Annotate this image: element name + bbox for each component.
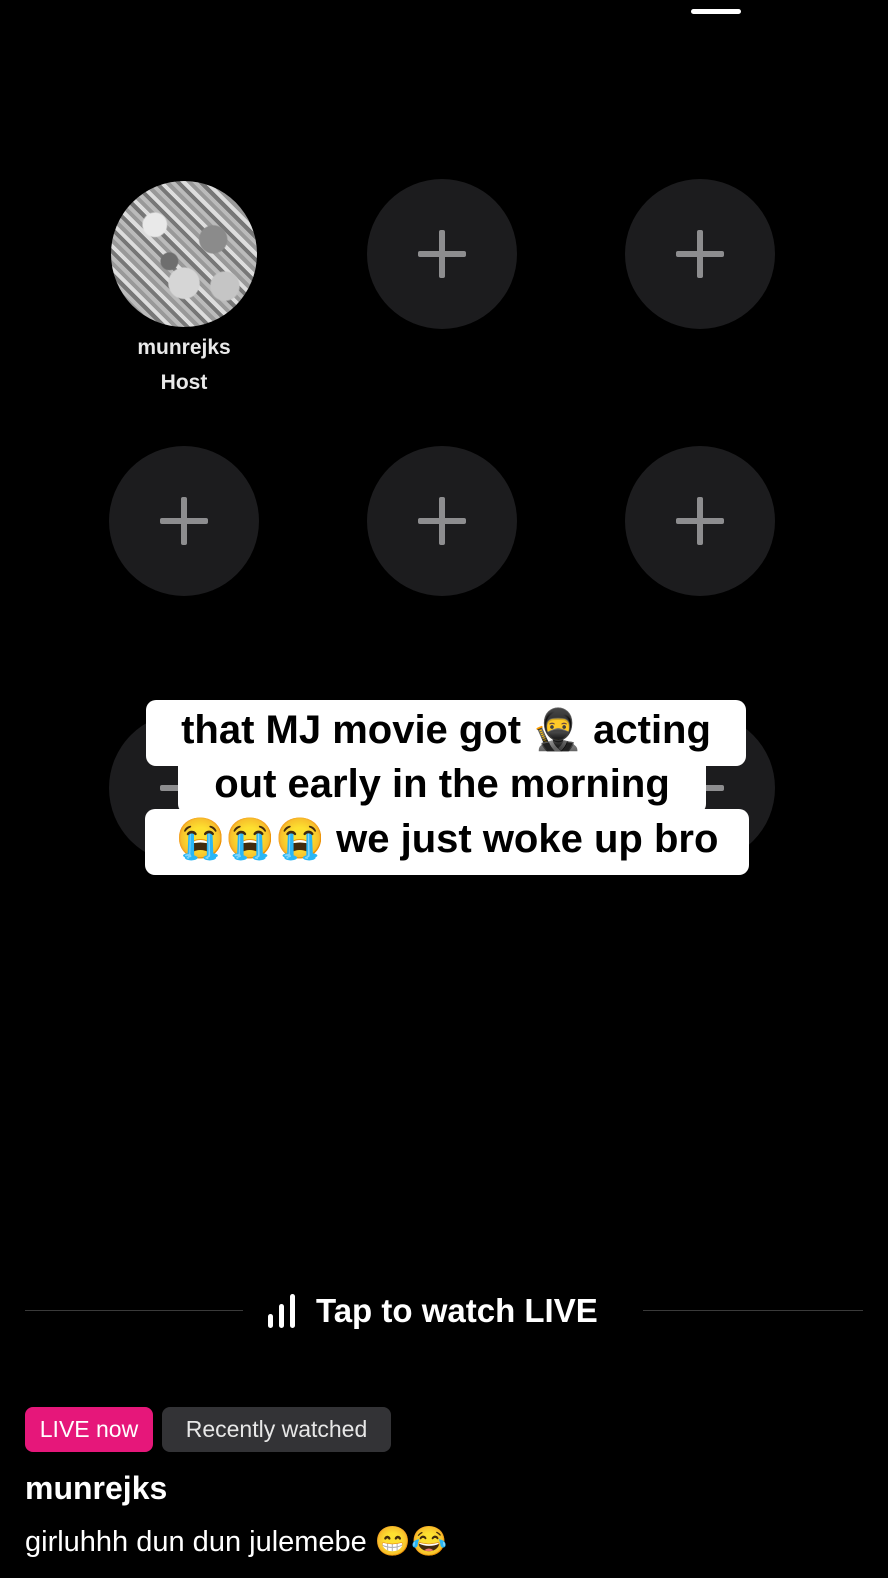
empty-seat-4[interactable]	[367, 446, 517, 596]
host-role-label: Host	[160, 371, 208, 394]
empty-seat-3[interactable]	[109, 446, 259, 596]
stream-description: girluhhh dun dun julemebe 😁😂	[25, 1526, 448, 1558]
plus-icon	[418, 230, 466, 278]
divider-left	[25, 1310, 243, 1311]
live-now-badge: LIVE now	[25, 1407, 153, 1452]
plus-icon	[418, 497, 466, 545]
tap-to-watch-label: Tap to watch LIVE	[316, 1292, 598, 1329]
plus-icon	[676, 230, 724, 278]
empty-seat-1[interactable]	[367, 179, 517, 329]
divider-right	[643, 1310, 863, 1311]
live-bars-icon	[266, 1294, 298, 1328]
caption-line-3: 😭😭😭 we just woke up bro	[145, 809, 749, 875]
empty-seat-5[interactable]	[625, 446, 775, 596]
plus-icon	[676, 497, 724, 545]
host-avatar[interactable]	[111, 181, 257, 327]
stream-username[interactable]: munrejks	[25, 1470, 167, 1507]
host-name: munrejks	[137, 336, 231, 359]
plus-icon	[160, 497, 208, 545]
empty-seat-2[interactable]	[625, 179, 775, 329]
status-indicator	[691, 9, 741, 14]
caption-line-2: out early in the morning	[178, 754, 706, 814]
recently-watched-badge: Recently watched	[162, 1407, 391, 1452]
tap-to-watch-live-button[interactable]: Tap to watch LIVE	[266, 1286, 598, 1336]
